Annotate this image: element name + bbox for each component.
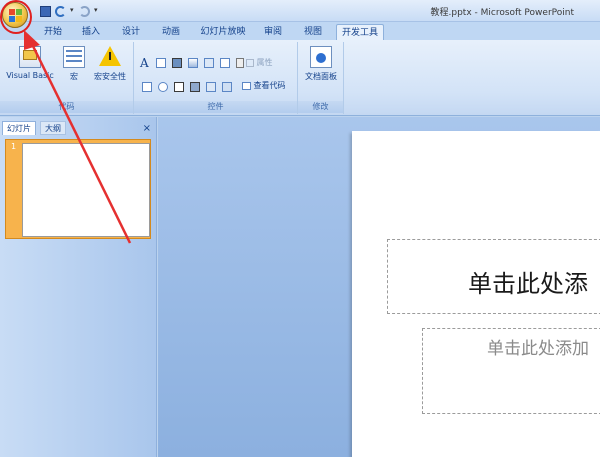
modify-group-label: 修改 <box>298 101 343 113</box>
tab-slide-show[interactable]: 幻灯片放映 <box>198 24 248 40</box>
button-control-icon[interactable] <box>204 58 214 68</box>
frame-control-icon[interactable] <box>172 58 182 68</box>
subtitle-placeholder[interactable]: 单击此处添加 <box>422 328 600 414</box>
scrollbar-control-icon[interactable] <box>220 58 230 68</box>
slide-thumbnail-selected[interactable]: 1 <box>5 139 151 239</box>
slides-panel: 幻灯片 大纲 × 1 <box>0 117 157 457</box>
checkbox-control-icon[interactable] <box>142 82 152 92</box>
more-controls-icon[interactable] <box>236 58 244 68</box>
tab-design[interactable]: 设计 <box>116 24 146 40</box>
combobox-control-icon[interactable] <box>190 82 200 92</box>
toggle-button-control-icon[interactable] <box>206 82 216 92</box>
window-title: 教程.pptx - Microsoft PowerPoint <box>430 8 575 18</box>
code-group: Visual Basic 宏 宏安全性 代码 <box>0 42 134 114</box>
slide-editor: 单击此处添 单击此处添加 <box>158 117 600 457</box>
properties-button[interactable]: 属性 <box>246 57 273 68</box>
tab-developer[interactable]: 开发工具 <box>336 24 384 40</box>
tab-view[interactable]: 视图 <box>298 24 328 40</box>
textbox-control-icon[interactable] <box>188 58 198 68</box>
tab-insert[interactable]: 插入 <box>76 24 106 40</box>
view-code-button[interactable]: 查看代码 <box>242 80 286 91</box>
slide-canvas[interactable]: 单击此处添 单击此处添加 <box>352 131 600 457</box>
visual-basic-icon <box>19 46 41 68</box>
warning-icon <box>99 46 121 68</box>
tab-review[interactable]: 审阅 <box>258 24 288 40</box>
visual-basic-button[interactable]: Visual Basic <box>2 46 58 80</box>
code-group-label: 代码 <box>0 101 133 113</box>
image-control-icon[interactable] <box>156 58 166 68</box>
slide-thumbnail[interactable] <box>22 143 150 237</box>
properties-icon <box>246 58 254 67</box>
tab-home[interactable]: 开始 <box>38 24 68 40</box>
label-control-icon[interactable]: A <box>140 56 152 70</box>
tab-outline[interactable]: 大纲 <box>40 121 66 135</box>
option-button-control-icon[interactable] <box>158 82 168 92</box>
ribbon: Visual Basic 宏 宏安全性 代码 A 属性 查看代码 控件 文档面板… <box>0 40 600 116</box>
ribbon-tabs: 开始 插入 设计 动画 幻灯片放映 审阅 视图 开发工具 <box>0 22 600 40</box>
tab-slides[interactable]: 幻灯片 <box>2 121 36 135</box>
slide-thumbnails: 1 <box>2 136 152 256</box>
title-placeholder[interactable]: 单击此处添 <box>387 239 600 314</box>
close-icon[interactable]: × <box>143 123 151 134</box>
tab-animations[interactable]: 动画 <box>156 24 186 40</box>
view-code-icon <box>242 81 251 90</box>
macro-button[interactable]: 宏 <box>62 46 86 82</box>
macro-icon <box>63 46 85 68</box>
controls-group-label: 控件 <box>134 101 297 113</box>
panel-tabs: 幻灯片 大纲 × <box>0 121 157 135</box>
document-panel-icon <box>310 46 332 68</box>
spin-button-control-icon[interactable] <box>222 82 232 92</box>
title-bar: ▾ ▾ 教程.pptx - Microsoft PowerPoint <box>0 0 600 22</box>
slide-number: 1 <box>11 142 17 151</box>
annotation-circle <box>0 0 32 34</box>
controls-group: A 属性 查看代码 控件 <box>134 42 298 114</box>
document-panel-button[interactable]: 文档面板 <box>300 46 342 82</box>
macro-security-button[interactable]: 宏安全性 <box>88 46 132 82</box>
modify-group: 文档面板 修改 <box>298 42 344 114</box>
listbox-control-icon[interactable] <box>174 82 184 92</box>
